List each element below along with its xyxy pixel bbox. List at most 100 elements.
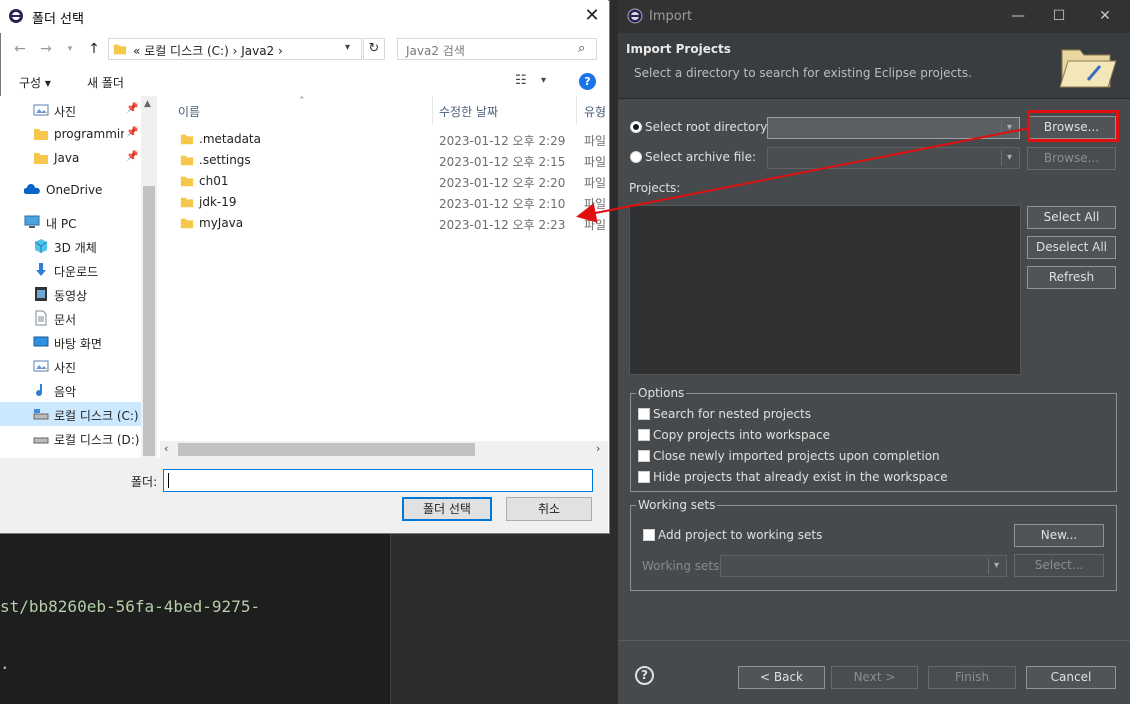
new-folder-button[interactable]: 새 폴더 [87, 74, 124, 91]
chevron-left-icon[interactable]: ‹ [164, 442, 168, 455]
deselect-all-button[interactable]: Deselect All [1027, 236, 1116, 259]
nav-item-pictures[interactable]: 사진 📌 [0, 98, 141, 122]
help-icon[interactable]: ? [635, 666, 654, 685]
close-imported-checkbox[interactable] [638, 450, 650, 462]
search-placeholder: Java2 검색 [406, 44, 465, 58]
eclipse-app-icon [9, 9, 23, 23]
file-modified: 2023-01-12 오후 2:29 [439, 134, 566, 148]
copy-projects-label: Copy projects into workspace [653, 428, 831, 442]
nav-item-label: Java [54, 151, 80, 165]
column-modified[interactable]: 수정한 날짜 [439, 103, 498, 120]
folder-input[interactable] [163, 469, 593, 492]
nav-item-drive-d[interactable]: 로컬 디스크 (D:) [0, 426, 141, 450]
column-divider[interactable] [576, 96, 577, 124]
refresh-button[interactable]: Refresh [1027, 266, 1116, 289]
nav-item-this-pc[interactable]: 내 PC [0, 210, 141, 234]
back-button[interactable]: < Back [738, 666, 825, 689]
drive-icon [33, 437, 49, 444]
nav-item-label: 동영상 [54, 289, 88, 303]
chevron-down-icon[interactable]: ▾ [541, 75, 546, 86]
chevron-right-icon[interactable]: › [596, 442, 600, 455]
address-bar[interactable]: « 로컬 디스크 (C:) › Java2 › [108, 38, 362, 60]
chevron-down-icon[interactable]: ▾ [1001, 120, 1017, 136]
pin-icon: 📌 [126, 127, 139, 138]
chevron-down-icon[interactable]: ▾ [1001, 150, 1017, 166]
nav-item-programming[interactable]: programming 📌 [0, 122, 141, 146]
add-to-working-sets-checkbox[interactable] [643, 529, 655, 541]
file-modified: 2023-01-12 오후 2:15 [439, 155, 566, 169]
nav-item-downloads[interactable]: 다운로드 [0, 258, 141, 282]
pin-icon: 📌 [126, 151, 139, 162]
view-options-icon[interactable]: ☷ [515, 73, 527, 88]
nav-item-documents[interactable]: 문서 [0, 306, 141, 330]
new-working-set-button[interactable]: New... [1014, 524, 1104, 547]
nav-item-3d-objects[interactable]: 3D 개체 [0, 234, 141, 258]
folder-dialog-titlebar[interactable] [0, 0, 608, 33]
recent-dropdown-icon[interactable]: ▾ [60, 40, 80, 58]
select-folder-button[interactable]: 폴더 선택 [402, 497, 492, 521]
file-row[interactable]: myJava 2023-01-12 오후 2:23 파일 [160, 213, 608, 234]
desktop-icon [33, 336, 49, 347]
search-icon: ⌕ [578, 41, 586, 56]
organize-menu[interactable]: 구성 ▾ [19, 74, 51, 91]
help-icon[interactable]: ? [579, 73, 596, 90]
maximize-icon[interactable]: ☐ [1041, 4, 1077, 28]
chevron-down-icon[interactable]: ▾ [988, 558, 1004, 574]
refresh-icon[interactable]: ↻ [363, 38, 385, 60]
horizontal-scrollbar-thumb[interactable] [178, 443, 475, 456]
working-sets-combo[interactable]: ▾ [720, 555, 1007, 577]
archive-file-radio[interactable] [630, 151, 642, 163]
chevron-down-icon[interactable]: ▾ [345, 42, 350, 53]
column-divider[interactable] [432, 96, 433, 124]
finish-button[interactable]: Finish [928, 666, 1016, 689]
file-row[interactable]: .metadata 2023-01-12 오후 2:29 파일 [160, 129, 608, 150]
close-icon[interactable]: ✕ [578, 3, 606, 29]
nav-item-drive-c[interactable]: 로컬 디스크 (C:) [0, 402, 141, 426]
next-button[interactable]: Next > [831, 666, 918, 689]
root-directory-radio[interactable] [630, 121, 642, 133]
folder-icon [180, 134, 194, 145]
archive-file-combo[interactable]: ▾ [767, 147, 1020, 169]
nav-item-onedrive[interactable]: OneDrive [0, 178, 141, 202]
file-row[interactable]: jdk-19 2023-01-12 오후 2:10 파일 [160, 192, 608, 213]
back-arrow-icon[interactable]: ← [10, 40, 30, 58]
nav-item-pictures-2[interactable]: 사진 [0, 354, 141, 378]
file-row[interactable]: .settings 2023-01-12 오후 2:15 파일 [160, 150, 608, 171]
column-name[interactable]: 이름 [178, 103, 200, 120]
search-nested-checkbox[interactable] [638, 408, 650, 420]
navigation-pane: 사진 📌 programming 📌 Java 📌 OneDrive 내 PC … [0, 96, 157, 458]
select-all-button[interactable]: Select All [1027, 206, 1116, 229]
nav-item-music[interactable]: 음악 [0, 378, 141, 402]
nav-item-desktop[interactable]: 바탕 화면 [0, 330, 141, 354]
file-row[interactable]: ch01 2023-01-12 오후 2:20 파일 [160, 171, 608, 192]
nav-item-label: 음악 [54, 385, 77, 399]
nav-item-videos[interactable]: 동영상 [0, 282, 141, 306]
pc-icon [24, 215, 40, 228]
projects-list[interactable] [629, 205, 1021, 375]
cancel-button[interactable]: Cancel [1026, 666, 1116, 689]
forward-arrow-icon[interactable]: → [36, 40, 56, 58]
select-working-set-button[interactable]: Select... [1014, 554, 1104, 577]
file-name: jdk-19 [199, 195, 237, 209]
projects-label: Projects: [629, 181, 681, 195]
file-list: ⌃ 이름 수정한 날짜 유형 .metadata 2023-01-12 오후 2… [160, 96, 608, 458]
chevron-up-icon[interactable]: ▲ [144, 99, 151, 109]
column-type[interactable]: 유형 [584, 103, 606, 120]
copy-projects-checkbox[interactable] [638, 429, 650, 441]
folder-icon [113, 44, 127, 55]
minimize-icon[interactable]: — [1000, 4, 1036, 28]
nav-item-label: 3D 개체 [54, 241, 97, 255]
nav-scrollbar-thumb[interactable] [143, 186, 155, 456]
root-directory-label: Select root directory: [645, 120, 771, 134]
up-arrow-icon[interactable]: ↑ [84, 40, 104, 58]
wizard-subtitle: Select a directory to search for existin… [634, 66, 972, 80]
onedrive-icon [24, 184, 40, 194]
browse-archive-button[interactable]: Browse... [1027, 147, 1116, 170]
folder-icon [180, 155, 194, 166]
search-input[interactable]: Java2 검색 ⌕ [397, 38, 597, 60]
close-icon[interactable]: ✕ [1087, 4, 1123, 28]
root-directory-combo[interactable]: ▾ [767, 117, 1020, 139]
nav-item-java[interactable]: Java 📌 [0, 146, 141, 170]
cancel-button[interactable]: 취소 [506, 497, 592, 521]
hide-existing-checkbox[interactable] [638, 471, 650, 483]
